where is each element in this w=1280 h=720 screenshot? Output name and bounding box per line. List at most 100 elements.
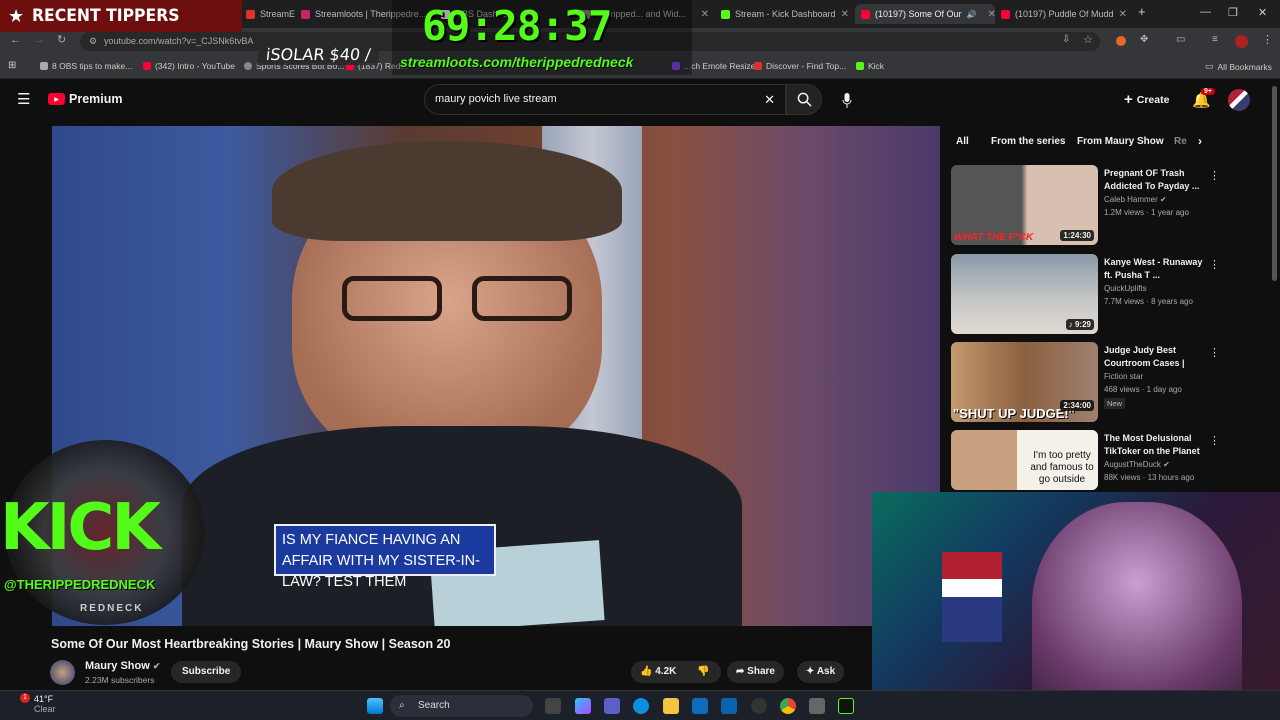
recommendation-title[interactable]: Pregnant OF Trash Addicted To Payday ...: [1104, 167, 1204, 193]
thumbs-down-icon[interactable]: 👎: [697, 661, 709, 683]
verified-icon: ✔: [152, 661, 161, 671]
minimize-icon[interactable]: —: [1200, 6, 1211, 18]
tab-streamelements[interactable]: StreamElements - Theripped...: [240, 4, 295, 24]
new-badge: New: [1104, 398, 1126, 409]
chip-from-maury-show[interactable]: From Maury Show: [1071, 132, 1170, 152]
hamburger-menu-icon[interactable]: ☰: [17, 90, 30, 108]
close-tab-icon[interactable]: ✕: [988, 9, 995, 20]
outlook-icon[interactable]: [721, 698, 737, 714]
recommendation-thumbnail[interactable]: I'm too pretty and famous to go outside: [951, 430, 1098, 490]
windows-start-icon[interactable]: [367, 698, 383, 714]
account-avatar[interactable]: [1228, 89, 1250, 111]
like-button[interactable]: 👍 4.2K: [640, 666, 676, 677]
recommendation-item[interactable]: ♪ 9:29 Kanye West - Runaway ft. Pusha T …: [951, 254, 1251, 334]
taskbar-search[interactable]: ⌕ Search: [390, 695, 533, 717]
star-icon: ★: [8, 5, 25, 26]
page-scrollbar[interactable]: [1272, 86, 1277, 281]
channel-avatar[interactable]: [50, 660, 75, 685]
subathon-timer: 69:28:37: [422, 2, 612, 50]
all-bookmarks[interactable]: ▭ All Bookmarks: [1205, 61, 1272, 72]
apps-grid-icon[interactable]: ⊞: [8, 60, 16, 71]
recommendation-item[interactable]: I'm too pretty and famous to go outside …: [951, 430, 1251, 490]
new-tab-button[interactable]: +: [1138, 4, 1146, 19]
obs-icon[interactable]: [751, 698, 767, 714]
subscribe-button[interactable]: Subscribe: [171, 661, 242, 683]
chevron-right-icon[interactable]: ›: [1198, 134, 1202, 148]
clear-search-icon[interactable]: ✕: [764, 85, 775, 114]
close-tab-icon[interactable]: ✕: [1119, 9, 1127, 20]
install-icon[interactable]: ⇩: [1062, 34, 1070, 45]
close-tab-icon[interactable]: ✕: [701, 9, 709, 20]
recommendation-channel[interactable]: Caleb Hammer ✔: [1104, 195, 1167, 204]
extension-icon[interactable]: [1116, 36, 1126, 46]
recommendation-meta: 468 views · 1 day ago: [1104, 385, 1182, 394]
chip-from-series[interactable]: From the series: [985, 132, 1071, 152]
more-options-icon[interactable]: ⋮: [1209, 169, 1220, 182]
search-input[interactable]: maury povich live stream ✕: [424, 84, 786, 115]
profile-avatar-icon[interactable]: [1235, 35, 1248, 48]
bookmark-kick[interactable]: Kick: [856, 61, 884, 71]
task-view-icon[interactable]: [545, 698, 561, 714]
notifications-button[interactable]: 🔔 9+: [1192, 88, 1215, 110]
tab-youtube-puddle[interactable]: (10197) Puddle Of Mudd ✕: [995, 4, 1130, 24]
bookmark-favicon-icon: [244, 62, 252, 70]
recommendation-thumbnail[interactable]: "SHUT UP JUDGE!" 2:34:00: [951, 342, 1098, 422]
video-title: Some Of Our Most Heartbreaking Stories |…: [51, 637, 451, 651]
speaker-icon[interactable]: 🔊: [967, 10, 977, 19]
close-window-icon[interactable]: ✕: [1258, 6, 1267, 19]
back-icon[interactable]: ←: [10, 34, 21, 46]
tab-kick-dashboard[interactable]: Stream - Kick Dashboard ✕: [715, 4, 855, 24]
close-tab-icon[interactable]: ✕: [841, 9, 849, 20]
chrome-icon[interactable]: [780, 698, 796, 714]
recommendation-channel[interactable]: AugustTheDuck ✔: [1104, 460, 1170, 469]
chip-re[interactable]: Re: [1168, 132, 1193, 152]
maximize-icon[interactable]: ❐: [1228, 6, 1238, 19]
recommendation-thumbnail[interactable]: WHAT THE F*CK 1:24:30: [951, 165, 1098, 245]
edge-icon[interactable]: [633, 698, 649, 714]
reload-icon[interactable]: ↻: [57, 33, 66, 46]
streamelements-favicon-icon: [246, 9, 255, 19]
sidepanel-icon[interactable]: ▭: [1176, 34, 1185, 45]
extensions-puzzle-icon[interactable]: ✥: [1140, 34, 1148, 45]
bookmark-star-icon[interactable]: ☆: [1083, 33, 1093, 46]
recommendation-title[interactable]: The Most Delusional TikToker on the Plan…: [1104, 432, 1204, 458]
store-icon[interactable]: [692, 698, 708, 714]
recommendation-thumbnail[interactable]: ♪ 9:29: [951, 254, 1098, 334]
bookmark-discover[interactable]: Discover - Find Top...: [754, 61, 846, 71]
microphone-icon: [842, 92, 852, 108]
recommendation-item[interactable]: "SHUT UP JUDGE!" 2:34:00 Judge Judy Best…: [951, 342, 1251, 422]
browser-menu-icon[interactable]: ⋮: [1262, 33, 1273, 46]
kick-app-icon[interactable]: [838, 698, 854, 714]
youtube-logo[interactable]: ▶ Premium: [48, 92, 123, 106]
weather-widget[interactable]: 1 41°F Clear: [8, 693, 56, 714]
file-explorer-icon[interactable]: [663, 698, 679, 714]
more-options-icon[interactable]: ⋮: [1209, 346, 1220, 359]
chip-all[interactable]: All: [950, 132, 975, 152]
copilot-icon[interactable]: [575, 698, 591, 714]
share-button[interactable]: ➦ Share: [727, 661, 784, 683]
sparkle-icon: ✦: [806, 666, 815, 677]
recommendation-item[interactable]: WHAT THE F*CK 1:24:30 Pregnant OF Trash …: [951, 165, 1251, 245]
youtube-favicon-icon: [861, 9, 870, 19]
channel-name[interactable]: Maury Show ✔: [85, 660, 160, 672]
search-icon: ⌕: [399, 700, 405, 711]
recommendation-channel[interactable]: Fiction star: [1104, 372, 1143, 381]
bookmark-intro-youtube[interactable]: (342) Intro - YouTube: [143, 61, 235, 71]
app-icon[interactable]: [809, 698, 825, 714]
ask-button[interactable]: ✦ Ask: [797, 661, 845, 683]
create-button[interactable]: + Create: [1124, 91, 1169, 108]
recommendation-title[interactable]: Judge Judy Best Courtroom Cases | Fu...: [1104, 344, 1204, 370]
bookmark-obs-tips[interactable]: 8 OBS tips to make...: [40, 61, 132, 71]
teams-icon[interactable]: [604, 698, 620, 714]
voice-search-button[interactable]: [836, 89, 858, 111]
more-options-icon[interactable]: ⋮: [1209, 434, 1220, 447]
forward-icon[interactable]: →: [34, 34, 45, 46]
site-info-icon[interactable]: ⚙: [89, 32, 97, 51]
media-control-icon[interactable]: ≡: [1212, 34, 1218, 45]
tab-youtube-active[interactable]: (10197) Some Of Our 🔊 ✕: [855, 4, 995, 24]
show-caption: IS MY FIANCE HAVING AN AFFAIR WITH MY SI…: [274, 524, 496, 590]
recommendation-title[interactable]: Kanye West - Runaway ft. Pusha T ...: [1104, 256, 1204, 282]
more-options-icon[interactable]: ⋮: [1209, 258, 1220, 271]
recommendation-channel[interactable]: QuickUplifts: [1104, 284, 1147, 293]
search-button[interactable]: [786, 84, 822, 115]
